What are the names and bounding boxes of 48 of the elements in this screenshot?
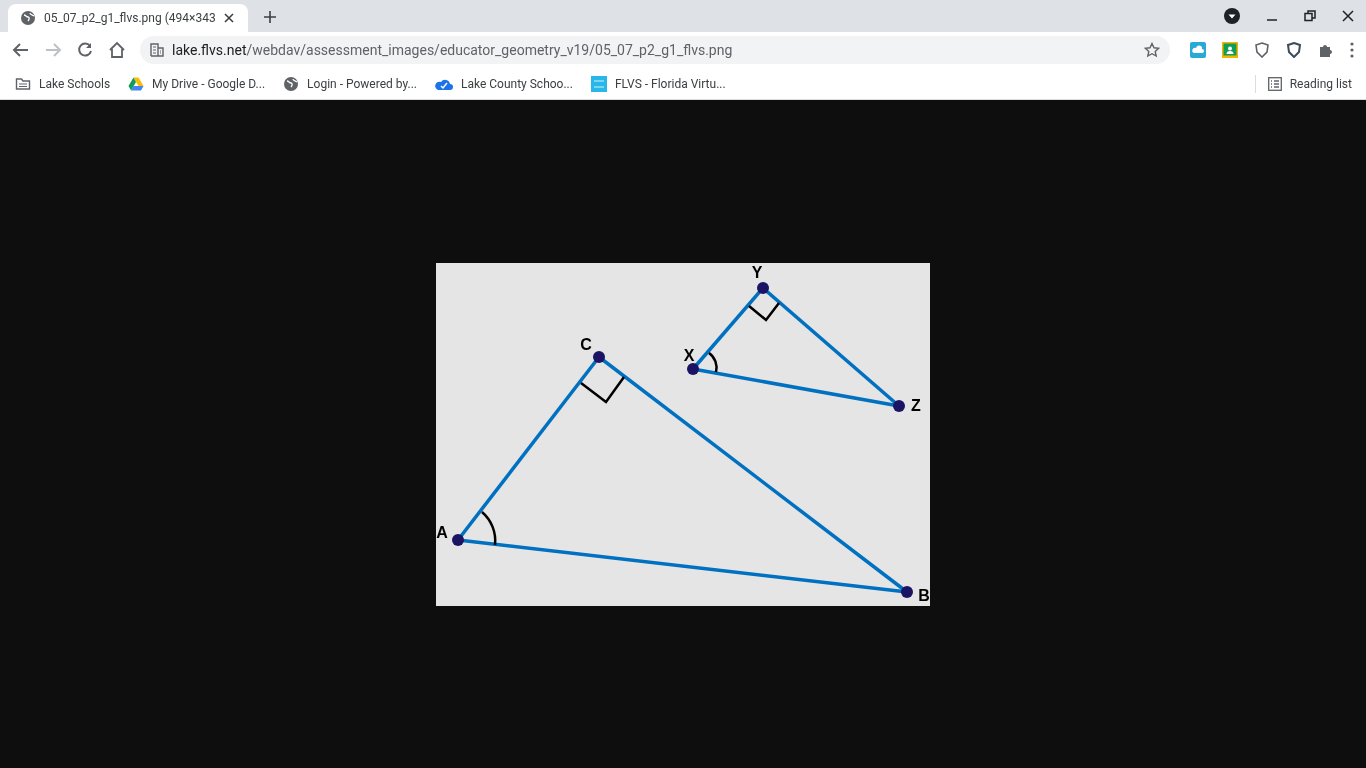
menu-icon[interactable] bbox=[1350, 42, 1354, 58]
star-icon[interactable] bbox=[1144, 42, 1160, 58]
shield-icon[interactable] bbox=[1286, 42, 1302, 58]
angle-arc bbox=[481, 510, 497, 545]
vertex-point bbox=[893, 399, 905, 412]
bookmark-link[interactable]: Lake Schools bbox=[15, 74, 111, 93]
address-bar[interactable]: lake.flvs.net/webdav/assessment_images/educator_geometry_v19/05_07_p2_g1_flvs.png bbox=[140, 36, 1170, 64]
reading-list-button[interactable]: Reading list bbox=[1267, 74, 1352, 93]
bookmark-link[interactable]: Lake County Schoo... bbox=[434, 74, 573, 93]
right-angle-mark bbox=[748, 301, 780, 322]
angle-arc bbox=[708, 351, 718, 372]
tab-title: 05_07_p2_g1_flvs.png (494×343 bbox=[44, 10, 216, 27]
bookmark-link[interactable]: FLVS - Florida Virtu... bbox=[590, 74, 726, 93]
close-icon[interactable] bbox=[224, 13, 234, 23]
browser-tab[interactable]: 05_07_p2_g1_flvs.png (494×343 bbox=[8, 4, 248, 32]
url-text: lake.flvs.net/webdav/assessment_images/educator_geometry_v19/05_07_p2_g1_flvs.png bbox=[172, 40, 734, 60]
back-icon[interactable] bbox=[12, 41, 30, 59]
globe-icon bbox=[20, 10, 36, 26]
cloud-extension-icon[interactable] bbox=[1190, 42, 1206, 58]
vertex-point bbox=[593, 350, 605, 363]
vertex-label: Z bbox=[911, 396, 921, 414]
reload-icon[interactable] bbox=[76, 41, 94, 59]
vertex-point bbox=[452, 533, 464, 546]
bookmark-link[interactable]: Login - Powered by... bbox=[283, 74, 417, 93]
globe-icon bbox=[283, 75, 300, 92]
building-icon bbox=[150, 43, 164, 57]
new-tab-icon[interactable] bbox=[264, 11, 276, 23]
vertex-point bbox=[687, 362, 699, 375]
vertex-label: X bbox=[683, 346, 695, 364]
logo-icon bbox=[590, 75, 607, 92]
puzzle-icon[interactable] bbox=[1318, 42, 1334, 58]
restore-icon[interactable] bbox=[1304, 10, 1316, 22]
shield-icon[interactable] bbox=[1254, 42, 1270, 58]
list-icon bbox=[1267, 76, 1282, 91]
home-icon[interactable] bbox=[108, 41, 126, 59]
classroom-extension-icon[interactable] bbox=[1222, 42, 1238, 58]
right-angle-mark bbox=[580, 375, 625, 404]
vertex-label: A bbox=[436, 523, 448, 541]
dropdown-icon[interactable] bbox=[1224, 8, 1240, 24]
vertex-label: C bbox=[580, 335, 592, 353]
bookmark-link[interactable]: My Drive - Google D... bbox=[128, 74, 266, 93]
close-icon[interactable] bbox=[1342, 10, 1354, 22]
folder-icon bbox=[15, 75, 31, 92]
vertex-point bbox=[901, 585, 913, 598]
vertex-point bbox=[757, 281, 769, 294]
vertex-label: Y bbox=[751, 263, 763, 281]
drive-icon bbox=[128, 75, 145, 92]
vertex-label: B bbox=[918, 586, 930, 604]
